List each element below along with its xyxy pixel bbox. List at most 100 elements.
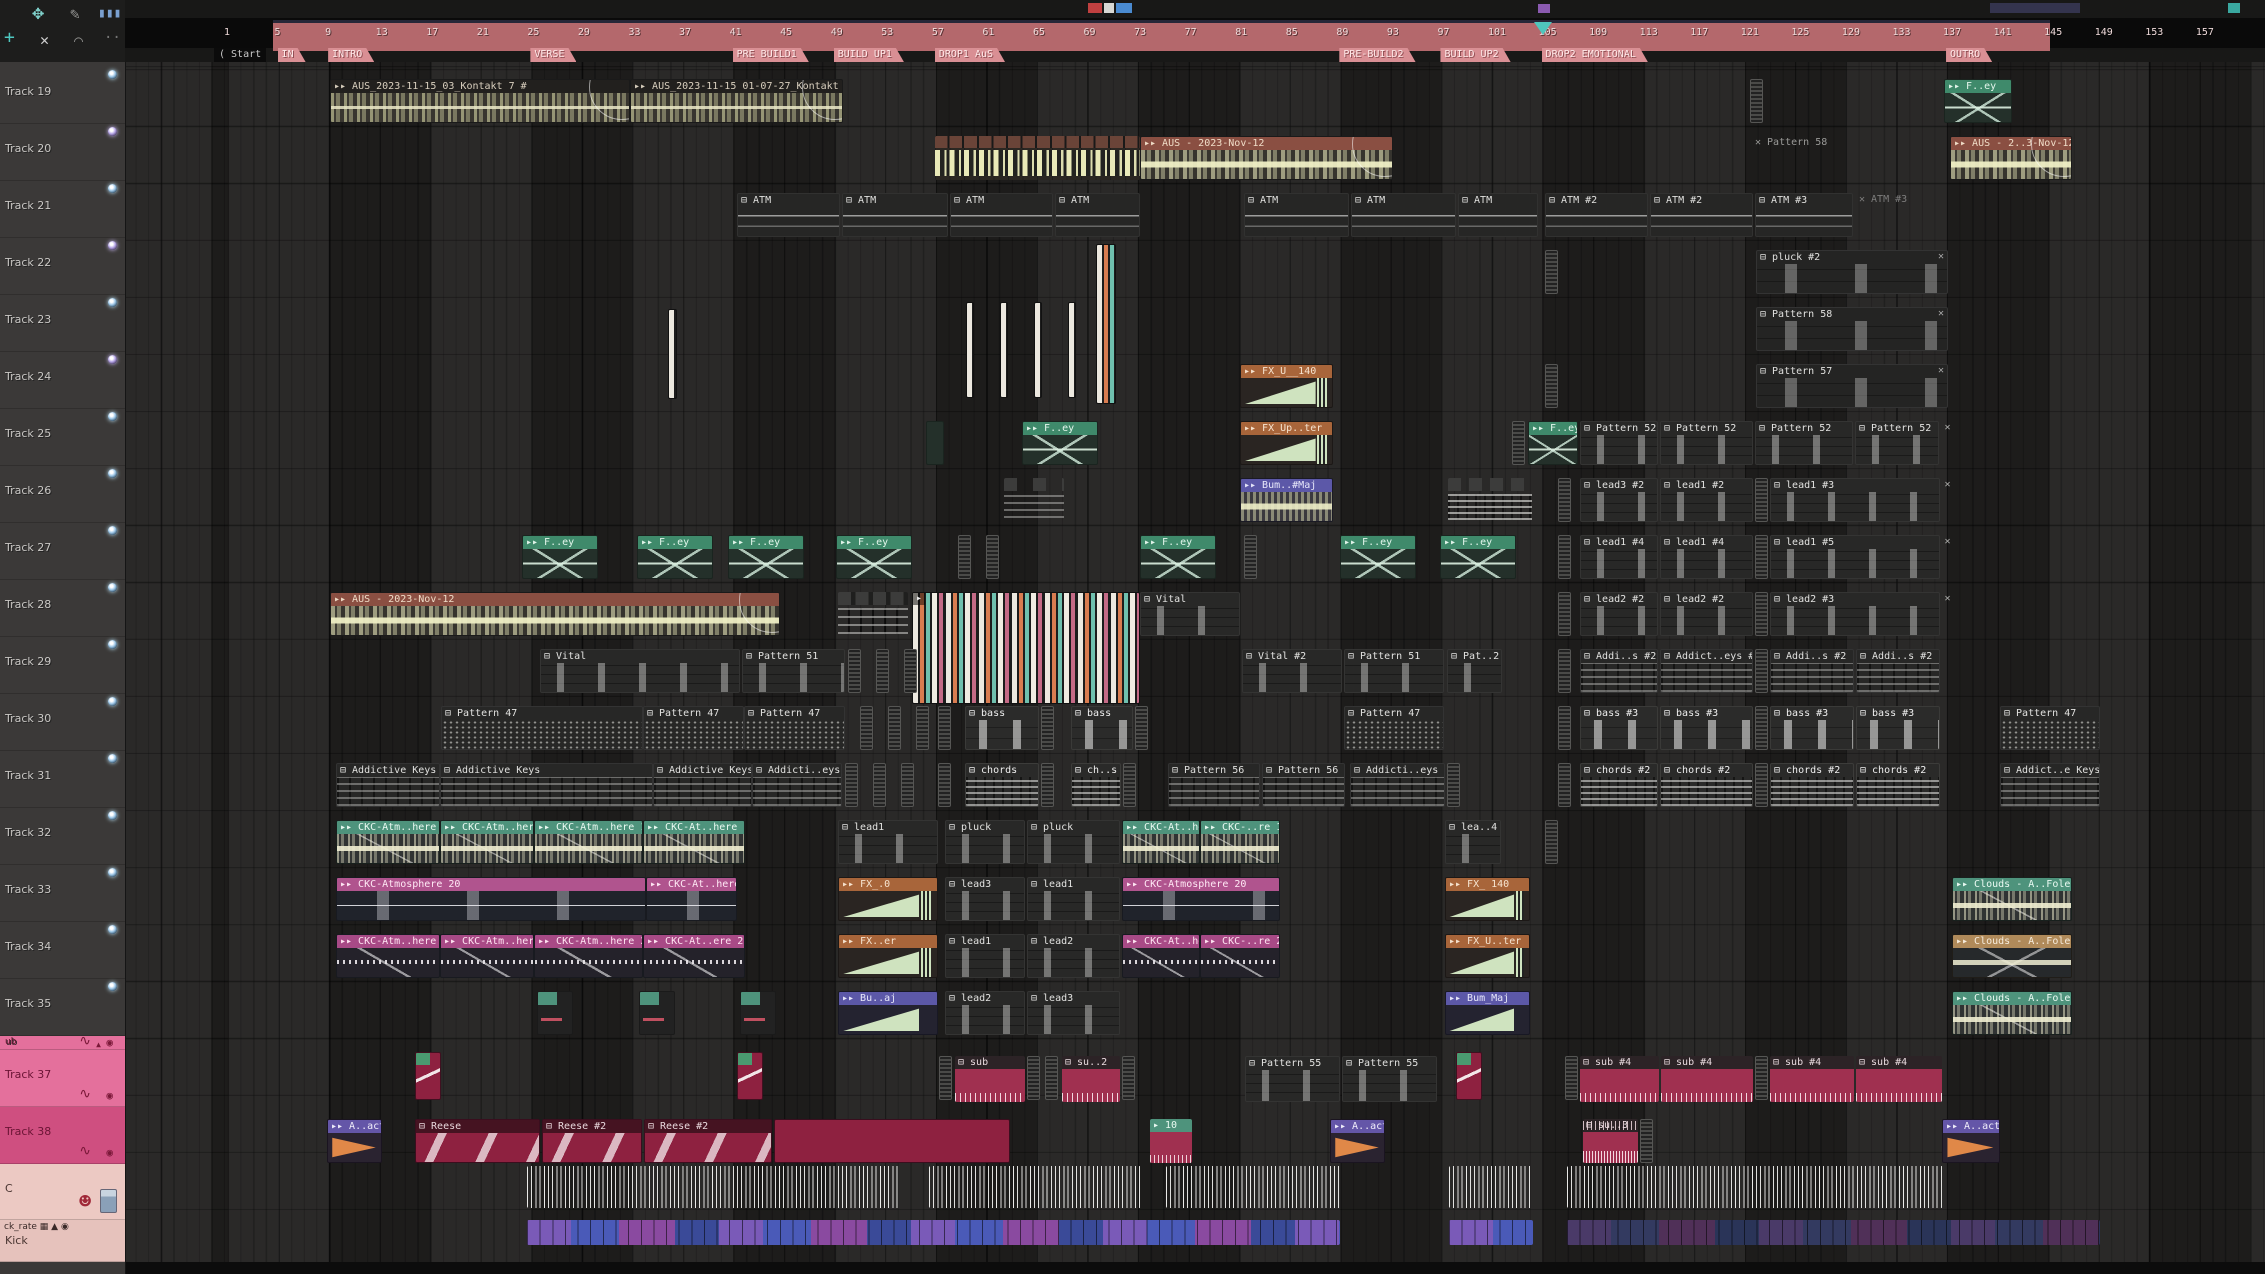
- clip-lead3[interactable]: ⊟ lead3: [1027, 991, 1120, 1035]
- clip-riser[interactable]: [1456, 1052, 1482, 1100]
- add-icon[interactable]: +: [4, 30, 15, 46]
- clip-chords-2[interactable]: ⊟ chords #2: [1580, 763, 1658, 807]
- automation-curve-icon[interactable]: ∿: [79, 1086, 91, 1102]
- marker-intro[interactable]: INTRO: [328, 48, 374, 62]
- clip-atm-2[interactable]: ⊟ ATM #2: [1545, 193, 1648, 237]
- clip-chip[interactable]: [1755, 763, 1768, 807]
- clip-pat-2[interactable]: ⊟ Pat..2: [1447, 649, 1502, 693]
- clip-ticks[interactable]: [929, 1166, 1141, 1208]
- clip-chip[interactable]: [1750, 79, 1763, 123]
- clip-bum-maj[interactable]: ▸▸ Bum_Maj: [1445, 991, 1530, 1035]
- track-row-track-29[interactable]: Track 29: [0, 637, 125, 694]
- clip-addi-s-2[interactable]: ⊟ Addi..s #2: [1856, 649, 1940, 693]
- clip-chip[interactable]: [1558, 763, 1571, 807]
- clip-chip[interactable]: [1041, 763, 1054, 807]
- track-row-track-22[interactable]: Track 22: [0, 238, 125, 295]
- clip-chip[interactable]: [938, 706, 951, 750]
- clip-[interactable]: ✕: [1941, 535, 1954, 579]
- clip-atm[interactable]: ⊟ ATM: [950, 193, 1053, 237]
- clip-lead1-5[interactable]: ⊟ lead1 #5: [1770, 535, 1940, 579]
- clip-aus-2023-11-15-03-kontakt-7[interactable]: ▸▸ AUS_2023-11-15_03_Kontakt 7 #: [330, 79, 630, 123]
- clip-su-2[interactable]: ⊟ su..2: [1062, 1056, 1120, 1102]
- track-row-track-24[interactable]: Track 24: [0, 352, 125, 409]
- more-icon[interactable]: ··: [104, 30, 121, 46]
- track-led[interactable]: [108, 583, 117, 592]
- track-led[interactable]: [108, 412, 117, 421]
- track-row-track-37[interactable]: Track 37∿◉: [0, 1050, 125, 1107]
- clip-ckc-at-here-20[interactable]: ▸▸ CKC-At..here 20: [646, 877, 737, 921]
- track-led[interactable]: [108, 127, 117, 136]
- clip-microteal[interactable]: [639, 991, 675, 1035]
- plugin-thumbnail[interactable]: [100, 1189, 117, 1213]
- clip-chip[interactable]: [1244, 535, 1257, 579]
- clip-clouds-a-foley-2[interactable]: ▸▸ Clouds - A..Foley (2): [1952, 991, 2072, 1035]
- clip-ckc-atmosphere-20[interactable]: ▸▸ CKC-Atmosphere 20: [336, 877, 646, 921]
- clip-fx-u-ter[interactable]: ▸▸ FX_U..ter: [1445, 934, 1530, 978]
- clip-f-ey[interactable]: ▸▸ F..ey: [728, 535, 804, 579]
- clip-chip[interactable]: [1558, 535, 1571, 579]
- clip-bass-3[interactable]: ⊟ bass #3: [1580, 706, 1658, 750]
- clip-microteal[interactable]: [537, 991, 573, 1035]
- clip-velo[interactable]: [527, 1220, 1340, 1245]
- clip-chip[interactable]: [848, 649, 861, 693]
- track-row-track-35[interactable]: Track 35: [0, 979, 125, 1036]
- clip-pattern-52[interactable]: ⊟ Pattern 52: [1855, 421, 1939, 465]
- marker-build-up2[interactable]: BUILD UP2: [1440, 48, 1510, 62]
- clip-chip[interactable]: [1755, 592, 1768, 636]
- clip-chip[interactable]: [860, 706, 873, 750]
- track-row-c[interactable]: C☻: [0, 1164, 125, 1220]
- clip-pattern-55[interactable]: ⊟ Pattern 55: [1245, 1056, 1340, 1102]
- clip-keysv[interactable]: [966, 302, 974, 398]
- clip-f-ey[interactable]: ▸▸ F..ey: [1140, 535, 1216, 579]
- track-led[interactable]: [108, 925, 117, 934]
- clip-addictive-keys[interactable]: ⊟ Addictive Keys: [440, 763, 653, 807]
- track-led[interactable]: [108, 754, 117, 763]
- track-led[interactable]: [108, 982, 117, 991]
- clip-lead1[interactable]: ⊟ lead1: [945, 934, 1025, 978]
- clip-sub-4[interactable]: ⊟ sub #4: [1661, 1056, 1753, 1102]
- move-tool-icon[interactable]: ✥: [32, 4, 44, 20]
- track-led[interactable]: [108, 184, 117, 193]
- track-row-track-31[interactable]: Track 31: [0, 751, 125, 808]
- clip-pattern-47[interactable]: ⊟ Pattern 47: [643, 706, 744, 750]
- marker-drop2-emotional[interactable]: DROP2 EMOTIONAL: [1542, 48, 1648, 62]
- clip-chip[interactable]: [904, 649, 917, 693]
- clip-bass-3[interactable]: ⊟ bass #3: [1660, 706, 1753, 750]
- knob-icon[interactable]: ◉: [106, 1036, 113, 1049]
- clip-atm[interactable]: ⊟ ATM: [842, 193, 948, 237]
- clip-clouds-a-foley-3[interactable]: ▸▸ Clouds - A..Foley (3): [1952, 877, 2072, 921]
- track-row-track-34[interactable]: Track 34: [0, 922, 125, 979]
- clip-sub[interactable]: ⊟ sub: [955, 1056, 1025, 1102]
- clip-chip[interactable]: [986, 535, 999, 579]
- track-led[interactable]: [108, 868, 117, 877]
- clip-pattern-52[interactable]: ⊟ Pattern 52: [1580, 421, 1658, 465]
- clip-chip[interactable]: [1512, 421, 1525, 465]
- clip-chip[interactable]: [1122, 1056, 1135, 1100]
- clip-f-ey[interactable]: ▸▸ F..ey: [1528, 421, 1578, 465]
- marker-build-up1[interactable]: BUILD UP1: [834, 48, 904, 62]
- clip-chip[interactable]: [1123, 763, 1136, 807]
- clip-f-ey[interactable]: ▸▸ F..ey: [522, 535, 598, 579]
- clip-atm[interactable]: ⊟ ATM: [737, 193, 840, 237]
- clip-ckc-re-27[interactable]: ▸▸ CKC-..re 27: [1200, 934, 1280, 978]
- clip-atm-3[interactable]: ✕ ATM #3: [1856, 193, 1956, 237]
- draw-tool-icon[interactable]: ✎: [70, 6, 80, 22]
- track-row-kick[interactable]: ck_rate ▦ ▲ ◉Kick: [0, 1220, 125, 1262]
- clip-velo2[interactable]: [1567, 1220, 2100, 1245]
- clip-f-ey[interactable]: ▸▸ F..ey: [1340, 535, 1416, 579]
- track-row-track-20[interactable]: Track 20: [0, 124, 125, 181]
- clip-ticks[interactable]: [1567, 1166, 1943, 1208]
- track-led[interactable]: [108, 70, 117, 79]
- clip-keysv[interactable]: [1068, 302, 1076, 398]
- track-led[interactable]: [108, 298, 117, 307]
- clip-atm[interactable]: ⊟ ATM: [1055, 193, 1140, 237]
- clip-pattern-57[interactable]: ⊟ Pattern 57✕: [1756, 364, 1948, 408]
- clip-chip[interactable]: [1558, 649, 1571, 693]
- clip-addicti-eys-2[interactable]: ⊟ Addicti..eys #2: [752, 763, 842, 807]
- clip-lead2[interactable]: ⊟ lead2: [1027, 934, 1120, 978]
- clip-a-act[interactable]: ▸▸ A..act: [1330, 1119, 1385, 1163]
- track-led[interactable]: [108, 811, 117, 820]
- clip-10[interactable]: ▸ 10: [1150, 1119, 1192, 1163]
- clip-pluck[interactable]: ⊟ pluck: [945, 820, 1025, 864]
- clip-addictive-keys[interactable]: ⊟ Addictive Keys: [336, 763, 440, 807]
